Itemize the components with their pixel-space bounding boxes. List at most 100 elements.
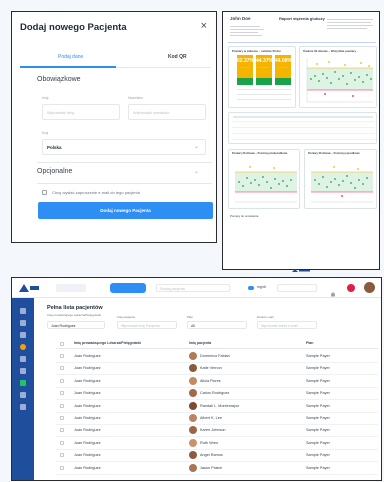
document-icon[interactable]	[20, 392, 26, 398]
first-name-input[interactable]: Wprowadź imię	[42, 104, 120, 120]
home-icon[interactable]	[20, 308, 26, 314]
preprandial-chart	[235, 166, 297, 203]
table-row[interactable]: Juan Rodriguez Jason Pratce Sample Payer	[56, 462, 378, 475]
row-checkbox[interactable]	[60, 465, 64, 470]
settings-icon[interactable]	[20, 404, 26, 410]
app-topbar: Szukaj pacjenta mg/dl	[12, 278, 381, 298]
row-checkbox[interactable]	[60, 453, 64, 458]
patient-name[interactable]: Karen Johnson	[200, 428, 226, 432]
add-patient-modal: Dodaj nowego Pacjenta × Podaj dane Kod Q…	[11, 11, 217, 243]
last-name-label: Nazwisko	[128, 96, 143, 100]
flag-icon[interactable]	[347, 284, 355, 292]
row-checkbox[interactable]	[60, 403, 64, 408]
patient-name[interactable]: Randall L. Montemayor	[200, 404, 239, 408]
table-row[interactable]: Juan Rodriguez Alicia Flores Sample Payer	[56, 375, 378, 388]
pagination[interactable]	[312, 474, 378, 480]
plan-name: Sample Payer	[306, 354, 330, 358]
plan-filter-select[interactable]: All	[187, 321, 247, 329]
unit-toggle[interactable]	[248, 286, 254, 290]
unit-label: mg/dl	[257, 285, 266, 289]
country-label: Kraj	[42, 131, 49, 135]
doctor-name: Juan Rodriguez	[74, 416, 101, 420]
row-checkbox[interactable]	[60, 366, 64, 371]
doctor-name: Juan Rodriguez	[74, 465, 101, 470]
patient-filter-input[interactable]: Wprowadź imię Pacjenta	[117, 321, 177, 329]
col-patient[interactable]: Imię pacjenta	[189, 341, 211, 345]
user-icon[interactable]	[20, 344, 26, 350]
range-stats-title: Pomiary w zakresie – ostatnie 30 dni	[232, 49, 281, 53]
row-checkbox[interactable]	[60, 354, 64, 358]
invite-checkbox[interactable]	[42, 190, 47, 195]
table-row[interactable]: Juan Rodriguez Angel Ramos Sample Payer	[56, 449, 378, 463]
patient-name[interactable]: Ruth Wren	[200, 441, 218, 445]
search-input[interactable]: Szukaj pacjenta	[156, 284, 230, 292]
patient-name[interactable]: Alicia Flores	[200, 379, 221, 383]
table-row[interactable]: Juan Rodriguez Karen Johnson Sample Payer	[56, 424, 378, 438]
tab-qr-code[interactable]: Kod QR	[168, 54, 187, 60]
row-checkbox[interactable]	[60, 440, 64, 445]
patient-name[interactable]: Angel Ramos	[200, 453, 223, 457]
patient-name[interactable]: Albert K. Lee	[200, 416, 222, 420]
postprandial-chart-title: Pomiary 30-dniowe – Poziomy poposiłkowe	[308, 152, 360, 155]
country-select[interactable]: Polska	[42, 139, 206, 155]
email-filter-input[interactable]: Wprowadź adres e-mail	[257, 321, 317, 329]
plan-name: Sample Payer	[306, 403, 330, 408]
select-all-checkbox[interactable]	[60, 342, 64, 346]
preprandial-chart-title: Pomiary 30-dniowe – Poziomy przedposiłko…	[232, 152, 288, 155]
avatar	[189, 414, 197, 422]
table-row[interactable]: Juan Rodriguez Ruth Wren Sample Payer	[56, 437, 378, 450]
table-row[interactable]: Juan Rodriguez Randall L. Montemayor Sampl…	[56, 400, 378, 413]
logo-icon[interactable]	[18, 283, 40, 293]
avatar	[189, 376, 197, 385]
averages-chart-box: Średnie 30-dniowe – Wszystkie pomiary	[299, 46, 377, 108]
col-plan[interactable]: Plan	[306, 341, 313, 345]
required-section-title: Obowiązkowe	[37, 76, 81, 83]
patient-list-app: Szukaj pacjenta mg/dl Pełna lista pacjen…	[11, 277, 382, 481]
stat-tile: 62.37% — — —	[237, 55, 254, 85]
doctor-filter-select[interactable]: Juan Rodriguez	[47, 321, 105, 329]
patient-filter-label: Imię pacjenta	[117, 315, 135, 319]
patient-name[interactable]: Domenico Fabian	[200, 354, 230, 358]
org-selector[interactable]	[56, 284, 86, 292]
plan-name: Sample Payer	[306, 428, 330, 433]
chevron-down-icon[interactable]: ⌄	[194, 168, 199, 175]
row-checkbox[interactable]	[60, 416, 64, 420]
averages-chart	[306, 58, 373, 103]
avatar	[189, 364, 197, 373]
calendar-icon[interactable]	[20, 368, 26, 374]
chart-icon[interactable]	[20, 332, 26, 338]
close-icon[interactable]: ×	[201, 20, 207, 32]
table-row[interactable]: Juan Rodriguez Katie Vernon Sample Payer	[56, 362, 378, 376]
patient-name[interactable]: Katie Vernon	[200, 366, 222, 370]
row-checkbox[interactable]	[60, 378, 64, 383]
active-tab-indicator	[20, 66, 116, 68]
plan-name: Sample Payer	[306, 416, 330, 420]
plan-filter-label: Plan	[187, 315, 194, 319]
range-stats-box: Pomiary w zakresie – ostatnie 30 dni 62.…	[228, 46, 296, 108]
avatar	[189, 463, 197, 472]
add-patient-top-button[interactable]	[110, 283, 146, 293]
row-checkbox[interactable]	[60, 391, 64, 396]
last-name-input[interactable]: Wprowadź nazwisko	[128, 104, 206, 120]
message-icon[interactable]	[20, 356, 26, 362]
add-patient-submit-button[interactable]: Dodaj nowego Pacjenta	[38, 202, 213, 219]
list-icon[interactable]	[20, 320, 26, 326]
table-row[interactable]: Juan Rodriguez Albert K. Lee Sample Payer	[56, 412, 378, 425]
row-checkbox[interactable]	[60, 428, 64, 433]
glucose-report-document: John Doe Raport stężenia glukozy Pomiary…	[222, 11, 380, 272]
tab-enter-data[interactable]: Podaj dane	[58, 54, 83, 60]
plan-name: Sample Payer	[306, 453, 330, 458]
table-row[interactable]: Juan Rodriguez Domenico Fabian Sample Paye…	[56, 350, 378, 363]
doctor-name: Juan Rodriguez	[74, 366, 101, 371]
patient-name[interactable]: Carlos Rodriguez	[200, 391, 229, 395]
email-filter-label: Email e-mail	[257, 315, 274, 319]
patient-name[interactable]: Jason Pratce	[200, 466, 222, 470]
avatar	[189, 426, 197, 435]
col-doctor[interactable]: Imię prowadzącego Lekarza/Pielęgniarki	[74, 341, 141, 345]
table-row[interactable]: Juan Rodriguez Carlos Rodriguez Sample Pay…	[56, 387, 378, 401]
report-dropdown[interactable]	[277, 284, 317, 292]
patients-icon[interactable]	[20, 380, 26, 386]
avatar[interactable]	[364, 282, 375, 293]
doctor-name: Juan Rodriguez	[74, 403, 101, 408]
bell-icon[interactable]	[330, 285, 336, 297]
